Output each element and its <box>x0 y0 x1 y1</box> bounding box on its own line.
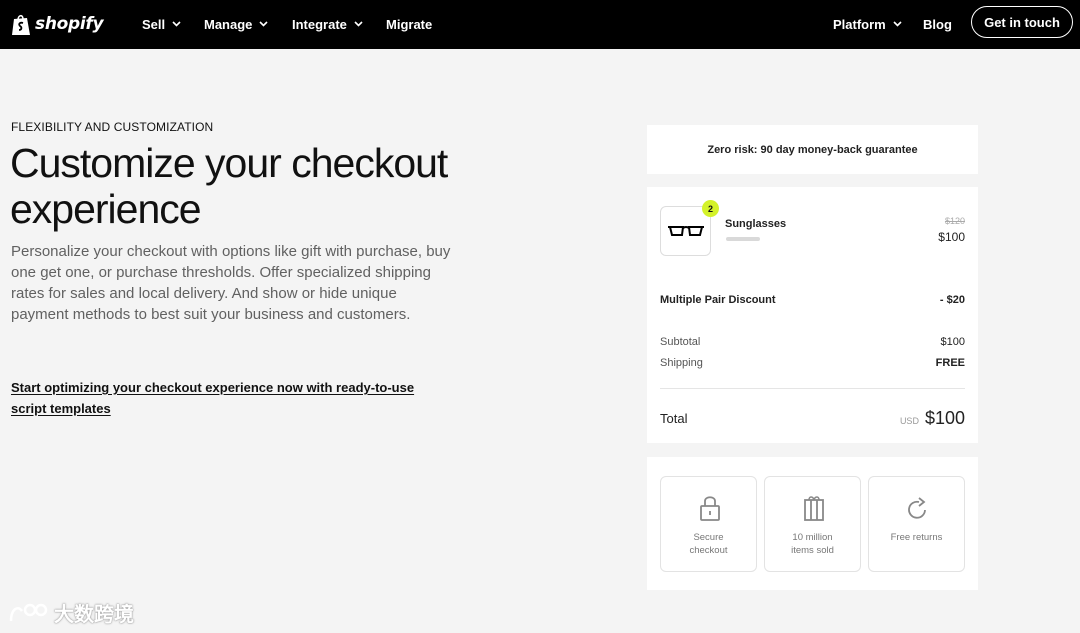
total-amount-group: USD $100 <box>900 408 965 429</box>
guarantee-text: Zero risk: 90 day money-back guarantee <box>707 143 918 156</box>
nav-item-migrate[interactable]: Migrate <box>386 16 432 32</box>
nav-item-sell[interactable]: Sell <box>142 16 181 32</box>
logo-text: shopify <box>35 14 104 34</box>
subtotal-value: $100 <box>940 336 965 348</box>
shopify-logo[interactable]: shopify <box>11 12 104 36</box>
divider <box>660 388 965 389</box>
top-nav: shopify Sell Manage Integrate Migrate Pl… <box>0 0 1080 49</box>
nav-item-label: Platform <box>833 16 886 32</box>
nav-item-label: Blog <box>923 16 952 32</box>
subtotal-row: Subtotal $100 <box>660 336 965 348</box>
script-templates-link[interactable]: Start optimizing your checkout experienc… <box>11 377 451 419</box>
product-name: Sunglasses <box>725 218 787 230</box>
trust-badge-secure: Secure checkout <box>660 476 757 572</box>
chevron-down-icon <box>893 21 902 27</box>
chevron-down-icon <box>354 21 363 27</box>
original-price: $120 <box>944 216 965 226</box>
nav-item-label: Manage <box>204 16 253 32</box>
nav-item-integrate[interactable]: Integrate <box>292 16 363 32</box>
nav-item-label: Integrate <box>292 16 347 32</box>
trust-badge-sold: 10 million items sold <box>764 476 861 572</box>
shopping-bag-icon <box>12 14 30 35</box>
product-price: $100 <box>938 230 965 244</box>
total-row: Total USD $100 <box>660 408 965 429</box>
section-eyebrow: FLEXIBILITY AND CUSTOMIZATION <box>11 120 214 134</box>
shipping-row: Shipping FREE <box>660 357 965 369</box>
total-label: Total <box>660 411 688 426</box>
watermark: 大数跨境 <box>8 598 134 627</box>
nav-item-label: Sell <box>142 16 166 32</box>
order-summary-card: 2 Sunglasses $120 $100 Multiple Pair Dis… <box>647 187 978 443</box>
nav-item-platform[interactable]: Platform <box>833 16 902 32</box>
currency-code: USD <box>899 416 919 426</box>
page-title: Customize your checkout experience <box>10 140 448 232</box>
shipping-value: FREE <box>935 357 965 369</box>
total-value: $100 <box>924 408 965 428</box>
product-variant-placeholder <box>726 237 760 241</box>
nav-item-label: Migrate <box>386 16 433 32</box>
watermark-text: 大数跨境 <box>54 604 134 626</box>
subtotal-label: Subtotal <box>660 336 701 348</box>
get-in-touch-button[interactable]: Get in touch <box>971 6 1073 38</box>
trust-badges-card: Secure checkout 10 million items sold Fr… <box>647 457 978 590</box>
chevron-down-icon <box>172 21 181 27</box>
sunglasses-icon <box>667 226 704 236</box>
watermark-logo-icon <box>9 603 48 621</box>
quantity-badge: 2 <box>702 200 719 217</box>
chevron-down-icon <box>259 21 268 27</box>
discount-label: Multiple Pair Discount <box>660 294 776 306</box>
refresh-icon <box>908 497 926 519</box>
gift-icon <box>804 496 824 521</box>
trust-badge-label: Secure checkout <box>689 532 728 556</box>
trust-badge-returns: Free returns <box>868 476 965 572</box>
trust-badge-label: 10 million items sold <box>791 532 834 556</box>
shipping-label: Shipping <box>660 357 703 369</box>
guarantee-banner: Zero risk: 90 day money-back guarantee <box>647 125 978 174</box>
lock-icon <box>700 496 720 521</box>
section-description: Personalize your checkout with options l… <box>11 243 451 323</box>
nav-item-blog[interactable]: Blog <box>923 16 952 32</box>
trust-badge-label: Free returns <box>890 532 943 543</box>
discount-value: - $20 <box>939 294 965 306</box>
discount-row: Multiple Pair Discount - $20 <box>660 294 965 306</box>
nav-item-manage[interactable]: Manage <box>204 16 268 32</box>
